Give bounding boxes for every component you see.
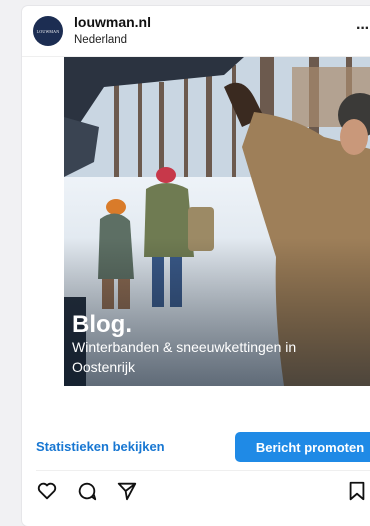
- avatar-logo-text: LOUWMAN: [36, 28, 60, 34]
- actions-divider: [36, 470, 370, 471]
- post-subtitle: Winterbanden & sneeuwkettingen in Oosten…: [72, 339, 297, 375]
- post-title: Blog.: [72, 311, 132, 338]
- avatar[interactable]: LOUWMAN: [33, 16, 63, 46]
- account-location[interactable]: Nederland: [74, 34, 127, 46]
- more-icon[interactable]: ···: [356, 20, 370, 38]
- bookmark-icon[interactable]: [346, 480, 368, 502]
- post-header: LOUWMAN louwman.nl Nederland ···: [22, 6, 370, 56]
- account-name[interactable]: louwman.nl: [74, 14, 151, 30]
- promote-post-button[interactable]: Bericht promoten: [235, 432, 370, 462]
- comment-icon[interactable]: [76, 480, 98, 502]
- view-insights-link[interactable]: Statistieken bekijken: [36, 439, 165, 454]
- post-image[interactable]: Blog. Winterbanden & sneeuwkettingen in …: [64, 57, 370, 386]
- post-card: LOUWMAN louwman.nl Nederland ··· Blog. W…: [22, 6, 370, 526]
- heart-icon[interactable]: [36, 480, 58, 502]
- send-icon[interactable]: [116, 480, 138, 502]
